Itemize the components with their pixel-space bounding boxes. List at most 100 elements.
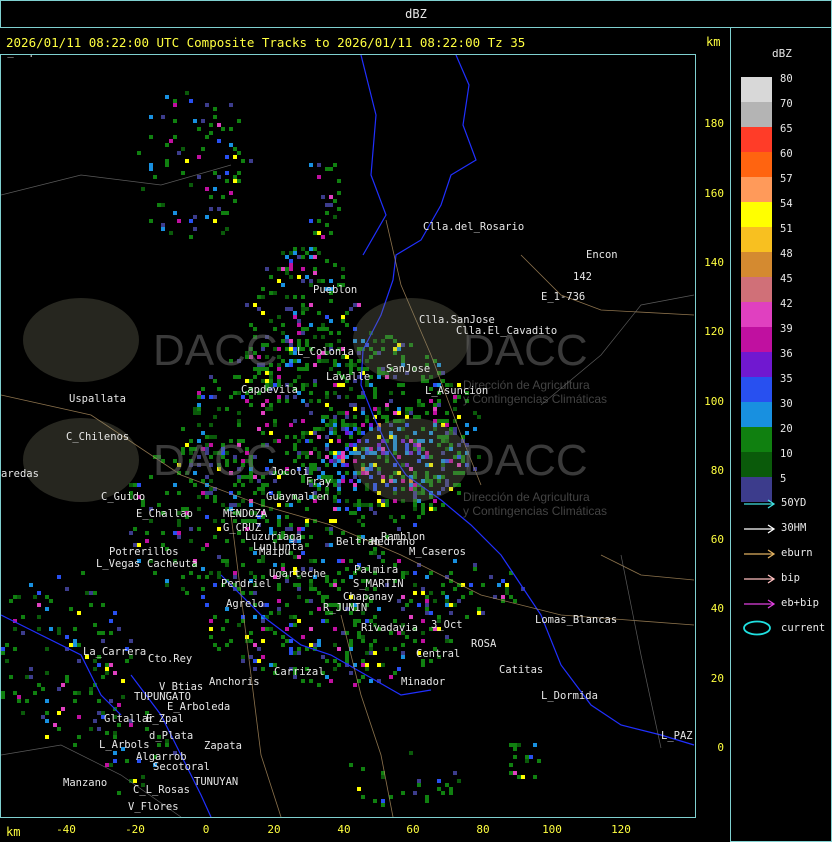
place-label: Uspallata bbox=[69, 393, 126, 405]
track-label: 30HM bbox=[781, 522, 807, 534]
place-label: d_Plata bbox=[149, 730, 193, 742]
place-label: C_Guido bbox=[101, 491, 145, 503]
track-label: eburn bbox=[781, 547, 813, 559]
place-label: Perdriel bbox=[221, 578, 272, 590]
legend-level-label: 54 bbox=[780, 198, 793, 210]
place-label: TUPUNGATO bbox=[134, 691, 191, 703]
track-arrow-icon bbox=[744, 499, 776, 509]
legend-swatch bbox=[741, 452, 772, 477]
place-label: aredas bbox=[1, 468, 39, 480]
place-label: Rivadavia bbox=[361, 622, 418, 634]
x-tick-label: -20 bbox=[125, 823, 145, 836]
place-label: Ugarteche bbox=[269, 568, 326, 580]
place-label: S_Roque bbox=[1, 55, 45, 58]
x-tick-label: 100 bbox=[542, 823, 562, 836]
place-label: L_Dormida bbox=[541, 690, 598, 702]
place-label: L_Asuncion bbox=[425, 385, 488, 397]
track-label: bip bbox=[781, 572, 800, 584]
place-label: Clla.del_Rosario bbox=[423, 221, 524, 233]
legend-swatch bbox=[741, 177, 772, 202]
legend-swatch bbox=[741, 402, 772, 427]
watermark-brand-4: DACC bbox=[463, 436, 588, 485]
place-label: SanJose bbox=[386, 363, 430, 375]
place-label: Pueblon bbox=[313, 284, 357, 296]
track-arrow-icon bbox=[744, 574, 776, 584]
x-tick-label: 40 bbox=[337, 823, 351, 836]
place-label: Agrelo bbox=[226, 598, 264, 610]
legend-level-label: 70 bbox=[780, 98, 793, 110]
legend-level-label: 48 bbox=[780, 248, 793, 260]
legend-swatch bbox=[741, 277, 772, 302]
place-label: L_Arbols bbox=[99, 739, 150, 751]
place-label: C_L_Rosas bbox=[133, 784, 190, 796]
place-label: 3_Oct bbox=[431, 619, 463, 631]
watermark-line2-b: y Contingencias Climáticas bbox=[463, 504, 607, 518]
legend-swatch bbox=[741, 377, 772, 402]
y-tick-label: 80 bbox=[710, 464, 724, 477]
y-tick-label: 160 bbox=[704, 187, 724, 200]
x-tick-label: -40 bbox=[56, 823, 76, 836]
legend-swatch bbox=[741, 427, 772, 452]
y-tick-label: 20 bbox=[710, 672, 724, 685]
place-label: Secotoral bbox=[153, 761, 210, 773]
legend-level-label: 36 bbox=[780, 348, 793, 360]
track-arrow-icon bbox=[744, 599, 776, 609]
place-label: ROSA bbox=[471, 638, 497, 650]
title-text: dBZ bbox=[405, 7, 427, 21]
watermark-line1-b: Dirección de Agricultura bbox=[463, 490, 590, 504]
legend-level-label: 30 bbox=[780, 398, 793, 410]
radar-map[interactable]: DACC DACC DACC DACC Dirección de Agricul… bbox=[1, 55, 695, 817]
place-label: E_1-736 bbox=[541, 291, 585, 303]
legend-level-label: 57 bbox=[780, 173, 793, 185]
place-label: Palmira bbox=[354, 564, 398, 576]
place-label: Guaymallen bbox=[266, 491, 329, 503]
place-label: S_MARTIN bbox=[353, 578, 404, 590]
legend-level-label: 80 bbox=[780, 73, 793, 85]
watermark-brand-3: DACC bbox=[153, 436, 278, 485]
place-label: Maipu bbox=[259, 546, 291, 558]
title-bar: dBZ bbox=[0, 0, 832, 28]
legend-level-label: 10 bbox=[780, 448, 793, 460]
place-label: L_Colonia bbox=[297, 346, 354, 358]
place-label: MENDOZA bbox=[223, 508, 268, 520]
place-label: L_PAZ bbox=[661, 730, 693, 742]
place-label: Cacheuta bbox=[147, 558, 198, 570]
legend-title: dBZ bbox=[772, 47, 792, 60]
legend-swatch bbox=[741, 227, 772, 252]
track-label: eb+bip bbox=[781, 597, 819, 609]
place-label: Fray bbox=[306, 476, 331, 488]
legend-swatch bbox=[741, 252, 772, 277]
x-tick-label: 60 bbox=[406, 823, 420, 836]
track-arrow-icon bbox=[744, 549, 776, 559]
y-tick-label: 40 bbox=[710, 602, 724, 615]
place-label: Zapata bbox=[204, 740, 242, 752]
legend-level-label: 60 bbox=[780, 148, 793, 160]
place-label: Chapanay bbox=[343, 591, 394, 603]
track-label: 50YD bbox=[781, 497, 807, 509]
legend-level-label: 45 bbox=[780, 273, 793, 285]
y-tick-label: 120 bbox=[704, 325, 724, 338]
x-tick-label: 80 bbox=[476, 823, 490, 836]
current-label: current bbox=[781, 622, 826, 634]
place-label: E_Challao bbox=[136, 508, 193, 520]
y-tick-label: 100 bbox=[704, 395, 724, 408]
place-label: V_Flores bbox=[128, 801, 179, 813]
place-label: TUNUYAN bbox=[194, 776, 238, 788]
legend-swatch bbox=[741, 302, 772, 327]
place-label: Jocoli bbox=[271, 466, 309, 478]
current-storm-icon bbox=[743, 620, 771, 636]
y-tick-label: 180 bbox=[704, 117, 724, 130]
legend-level-label: 20 bbox=[780, 423, 793, 435]
place-label: L_Vegas bbox=[96, 558, 140, 570]
place-label: Manzano bbox=[63, 777, 107, 789]
place-label: C_Chilenos bbox=[66, 431, 129, 443]
legend-level-label: 65 bbox=[780, 123, 793, 135]
watermark-brand-1: DACC bbox=[153, 326, 278, 375]
axis-unit-top: km bbox=[706, 35, 721, 49]
legend-level-label: 39 bbox=[780, 323, 793, 335]
y-tick-label: 140 bbox=[704, 256, 724, 269]
legend-swatch bbox=[741, 77, 772, 102]
x-tick-label: 20 bbox=[267, 823, 281, 836]
place-label: Medrano bbox=[371, 536, 415, 548]
legend-swatch bbox=[741, 102, 772, 127]
